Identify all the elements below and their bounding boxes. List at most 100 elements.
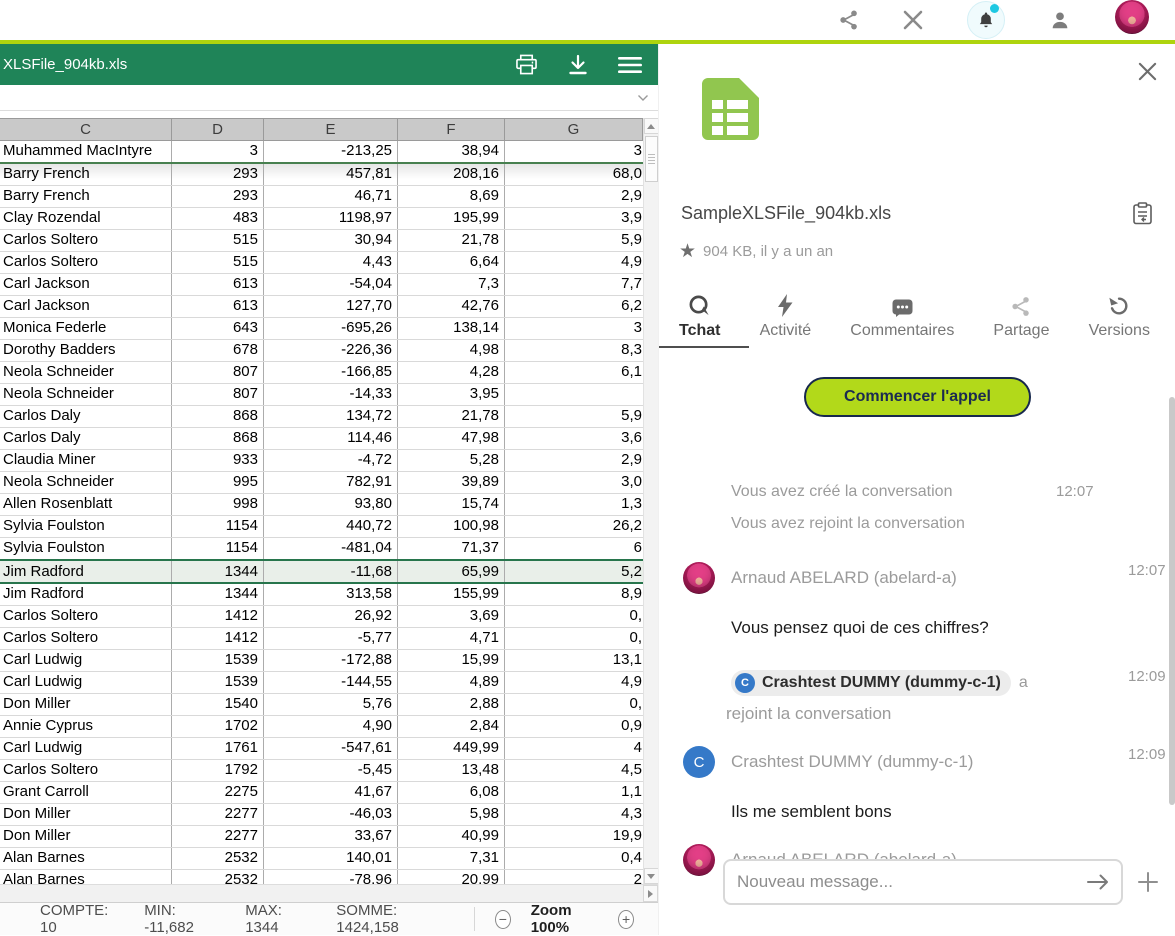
cell[interactable]: Don Miller [0,826,172,847]
cell[interactable]: 2532 [172,870,264,884]
table-row[interactable]: Claudia Miner933-4,725,282,9 [0,450,643,472]
table-row[interactable]: Muhammed MacIntyre3-213,2538,943 [0,141,643,164]
cell[interactable]: 100,98 [398,516,505,537]
cell[interactable]: 1154 [172,516,264,537]
download-icon[interactable] [568,54,588,75]
cell[interactable]: 449,99 [398,738,505,759]
cell[interactable]: 138,14 [398,318,505,339]
cell[interactable]: Barry French [0,186,172,207]
contacts-icon[interactable] [1049,9,1071,31]
table-row[interactable]: Allen Rosenblatt99893,8015,741,3 [0,494,643,516]
cell[interactable]: 0,4 [505,848,643,869]
table-row[interactable]: Carl Ludwig1539-144,554,894,9 [0,672,643,694]
cell[interactable]: 4,5 [505,760,643,781]
cell[interactable]: 195,99 [398,208,505,229]
cell[interactable]: Jim Radford [0,584,172,605]
cell[interactable]: 38,94 [398,141,505,162]
cell[interactable]: 7,7 [505,274,643,295]
cell[interactable] [505,384,643,405]
message-input[interactable] [725,872,1075,892]
cell[interactable]: 1412 [172,628,264,649]
table-row[interactable]: Don Miller227733,6740,9919,9 [0,826,643,848]
table-row[interactable]: Carlos Soltero5154,436,644,9 [0,252,643,274]
cell[interactable]: 21,78 [398,230,505,251]
table-row[interactable]: Dorothy Badders678-226,364,988,3 [0,340,643,362]
cell[interactable]: 4,3 [505,804,643,825]
table-row[interactable]: Sylvia Foulston1154440,72100,9826,2 [0,516,643,538]
cell[interactable]: 1792 [172,760,264,781]
message-author[interactable]: Arnaud ABELARD (abelard-a) [731,568,957,588]
cell[interactable]: 1154 [172,538,264,559]
cell[interactable]: 19,9 [505,826,643,847]
cell[interactable]: Alan Barnes [0,870,172,884]
cell[interactable]: -11,68 [264,561,398,582]
cell[interactable]: 313,58 [264,584,398,605]
cell[interactable]: 1,1 [505,782,643,803]
cell[interactable]: 65,99 [398,561,505,582]
cell[interactable]: 782,91 [264,472,398,493]
cell[interactable]: Sylvia Foulston [0,538,172,559]
tab-versions[interactable]: Versions [1089,290,1150,348]
cell[interactable]: 4,9 [505,252,643,273]
cell[interactable]: 13,1 [505,650,643,671]
scroll-right-button[interactable] [643,885,658,902]
cell[interactable]: 8,69 [398,186,505,207]
table-row[interactable]: Alan Barnes2532-78,9620,992 [0,870,643,884]
table-row[interactable]: Neola Schneider995782,9139,893,0 [0,472,643,494]
table-row[interactable]: Annie Cyprus17024,902,840,9 [0,716,643,738]
cell[interactable]: 807 [172,362,264,383]
table-row[interactable]: Carlos Soltero1792-5,4513,484,5 [0,760,643,782]
cell[interactable]: -226,36 [264,340,398,361]
table-row[interactable]: Carl Jackson613127,7042,766,2 [0,296,643,318]
cell[interactable]: 5,2 [505,561,643,582]
cell[interactable]: 8,3 [505,340,643,361]
message-author[interactable]: Crashtest DUMMY (dummy-c-1) [731,752,973,772]
start-call-button[interactable]: Commencer l'appel [804,377,1031,417]
cell[interactable]: 3 [172,141,264,162]
cell[interactable]: 15,74 [398,494,505,515]
clipboard-link-icon[interactable] [1132,202,1153,225]
cell[interactable]: 2,9 [505,186,643,207]
horizontal-scrollbar[interactable] [0,884,658,902]
cell[interactable]: 998 [172,494,264,515]
cell[interactable]: 68,0 [505,164,643,185]
cell[interactable]: 933 [172,450,264,471]
cell[interactable]: Alan Barnes [0,848,172,869]
zoom-in-button[interactable]: + [618,910,634,929]
cell[interactable]: 643 [172,318,264,339]
cell[interactable]: 3,0 [505,472,643,493]
cell[interactable]: 0, [505,606,643,627]
user-mention-pill[interactable]: CCrashtest DUMMY (dummy-c-1) [731,670,1011,696]
cell[interactable]: 6,08 [398,782,505,803]
cell[interactable]: 2,88 [398,694,505,715]
table-row[interactable]: Carl Ludwig1761-547,61449,994 [0,738,643,760]
cell[interactable]: 4,43 [264,252,398,273]
cell[interactable]: 5,9 [505,406,643,427]
cell[interactable]: 47,98 [398,428,505,449]
cell[interactable]: 515 [172,252,264,273]
cell[interactable]: 807 [172,384,264,405]
cell[interactable]: 868 [172,406,264,427]
cell[interactable]: Allen Rosenblatt [0,494,172,515]
cell[interactable]: -4,72 [264,450,398,471]
cell[interactable]: 2,84 [398,716,505,737]
cell[interactable]: 6,2 [505,296,643,317]
cell[interactable]: 33,67 [264,826,398,847]
chat-scrollbar[interactable] [1169,397,1175,805]
cell[interactable]: 26,2 [505,516,643,537]
cell[interactable]: 1344 [172,561,264,582]
print-icon[interactable] [515,54,538,75]
table-row[interactable]: Carlos Soltero1412-5,774,710, [0,628,643,650]
table-row[interactable]: Jim Radford1344313,58155,998,9 [0,584,643,606]
table-row[interactable]: Carlos Daly868134,7221,785,9 [0,406,643,428]
cell[interactable]: -695,26 [264,318,398,339]
cell[interactable]: 1702 [172,716,264,737]
favorite-star-icon[interactable]: ★ [679,242,696,261]
cell[interactable]: -166,85 [264,362,398,383]
cell[interactable]: 1344 [172,584,264,605]
table-row[interactable]: Carl Ludwig1539-172,8815,9913,1 [0,650,643,672]
cell[interactable]: 0,9 [505,716,643,737]
cell[interactable]: 39,89 [398,472,505,493]
cell[interactable]: 71,37 [398,538,505,559]
cell[interactable]: 4,98 [398,340,505,361]
